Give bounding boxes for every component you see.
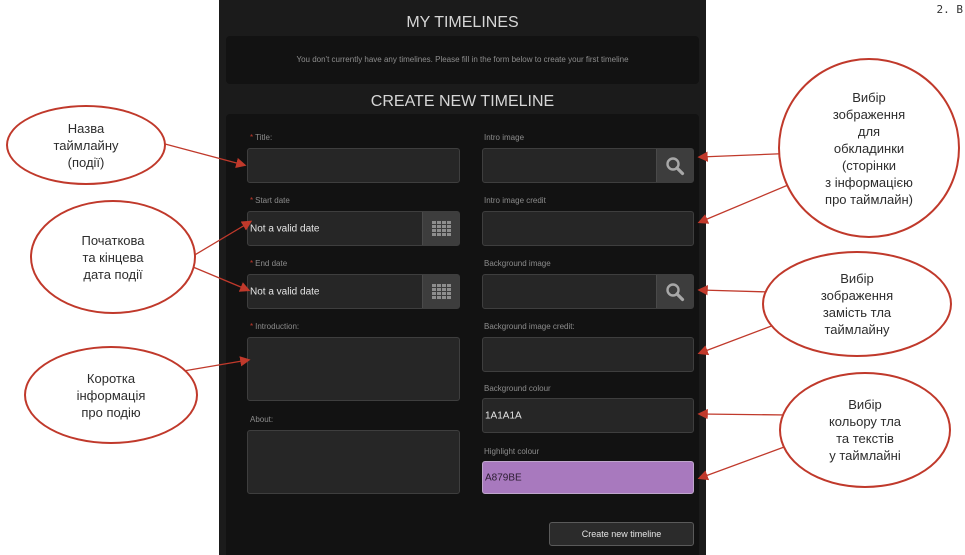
arrow-start-date bbox=[192, 220, 253, 257]
annotation-introduction: Коротка інформація про подію bbox=[24, 346, 198, 444]
annotation-background-image: Вибір зображення замість тла таймлайну bbox=[762, 251, 952, 357]
annotation-dates: Початкова та кінцева дата події bbox=[30, 200, 196, 314]
arrow-end-date bbox=[192, 266, 251, 292]
arrow-highlight-colour bbox=[697, 442, 796, 481]
annotation-colours: Вибір кольору тла та текстів у таймлайні bbox=[779, 372, 951, 488]
arrow-background-image-credit bbox=[697, 321, 783, 356]
annotation-title: Назва таймлайну (події) bbox=[6, 105, 166, 185]
annotation-intro-image: Вибір зображення для обкладинки (сторінки з… bbox=[778, 58, 960, 238]
arrow-intro-image-credit bbox=[697, 179, 801, 224]
arrow-background-colour bbox=[697, 408, 789, 420]
arrow-background-image bbox=[697, 285, 771, 296]
